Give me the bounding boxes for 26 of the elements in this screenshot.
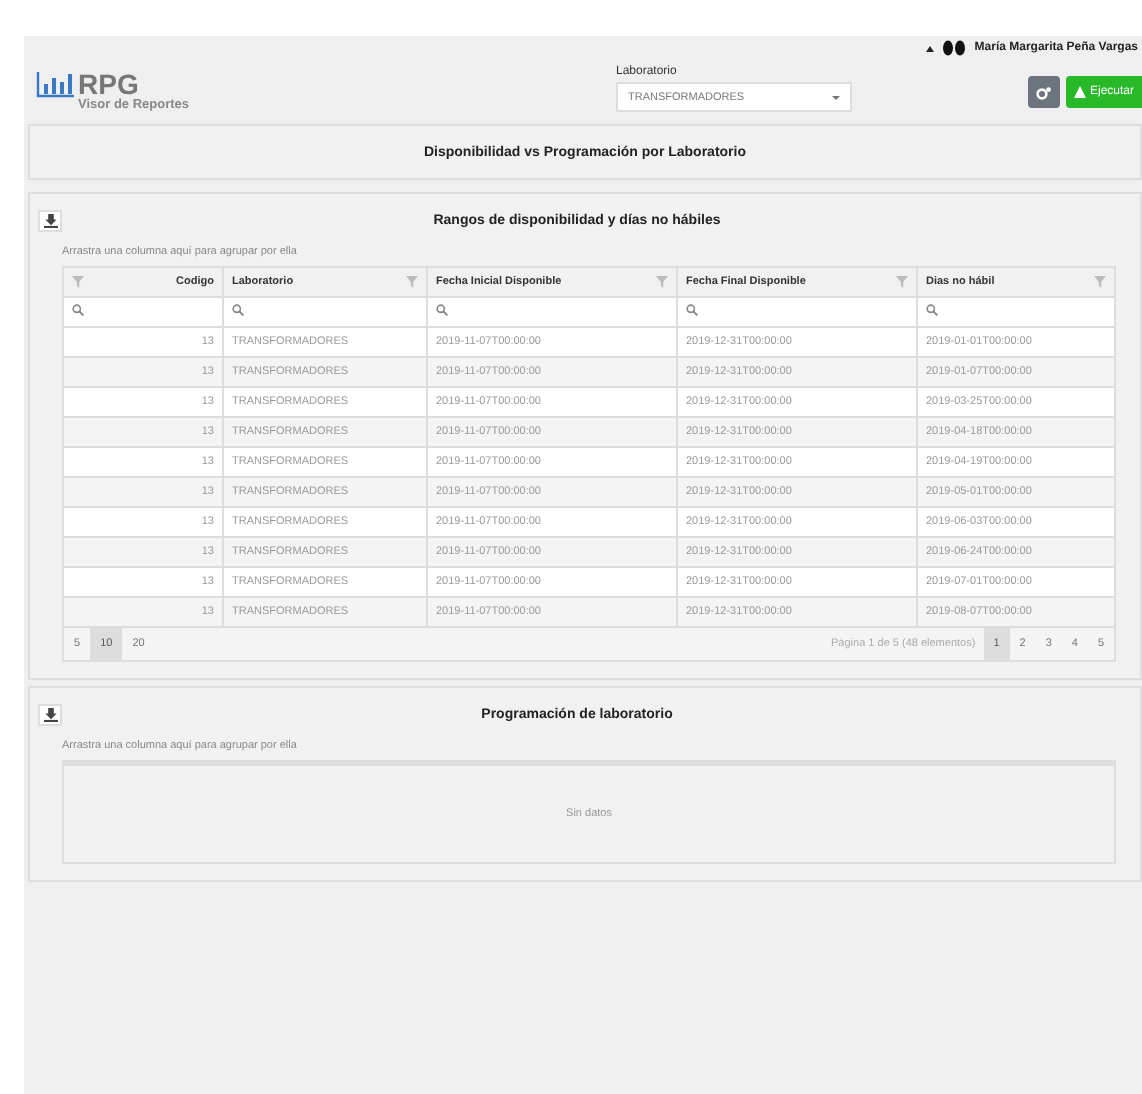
gears-icon: [1035, 85, 1052, 99]
filter-icon[interactable]: [896, 276, 908, 288]
filter-field[interactable]: [917, 297, 1115, 327]
settings-button[interactable]: [1027, 76, 1060, 108]
filter-field[interactable]: [677, 297, 917, 327]
search-icon: [686, 304, 698, 316]
filter-icon[interactable]: [1094, 276, 1106, 288]
search-icon: [436, 304, 448, 316]
bar-chart-icon: [36, 72, 74, 98]
warning-icon: [1073, 86, 1086, 98]
filter-icon[interactable]: [406, 276, 418, 288]
filter-icon[interactable]: [72, 276, 84, 288]
user-icon: [942, 40, 967, 56]
download-button[interactable]: [38, 703, 62, 725]
search-icon: [72, 304, 84, 316]
download-icon: [43, 707, 57, 721]
search-icon: [926, 304, 938, 316]
download-button[interactable]: [38, 209, 62, 231]
logo-title: RPG: [78, 72, 139, 98]
search-icon: [232, 304, 244, 316]
caret-icon[interactable]: [926, 45, 935, 51]
filter-field[interactable]: [223, 297, 427, 327]
filter-field[interactable]: [427, 297, 677, 327]
download-icon: [43, 213, 57, 227]
filter-icon[interactable]: [656, 276, 668, 288]
filter-field[interactable]: [63, 297, 223, 327]
